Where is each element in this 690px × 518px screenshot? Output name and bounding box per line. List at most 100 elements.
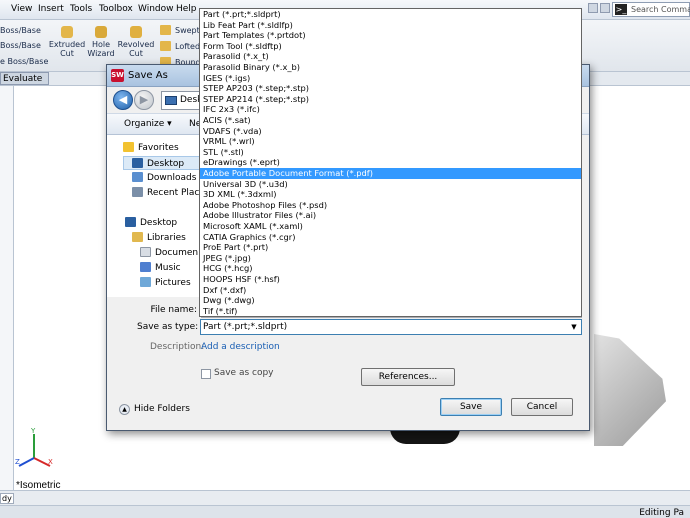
nav-item-desktop-root[interactable]: Desktop [125,217,177,228]
type-option[interactable]: Form Tool (*.sldftp) [200,41,581,52]
type-option[interactable]: Universal 3D (*.u3d) [200,179,581,190]
documents-icon [140,247,151,257]
type-option[interactable]: IFC 2x3 (*.ifc) [200,104,581,115]
type-option[interactable]: JPEG (*.jpg) [200,253,581,264]
triad-x-label: X [48,458,53,466]
save-as-type-label: Save as type: [137,322,199,332]
feature-manager-panel[interactable] [0,86,14,490]
save-as-type-value: Part (*.prt;*.sldprt) [203,322,288,332]
ribbon-boss-base-1[interactable]: Boss/Base [0,26,41,35]
save-as-type-dropdown[interactable]: Part (*.prt;*.sldprt) ▼ [200,319,582,335]
solidworks-app-icon: SW [111,69,124,82]
search-command-input[interactable]: >_ Search Command [612,2,690,17]
downloads-icon [132,172,143,182]
type-option[interactable]: Adobe Photoshop Files (*.psd) [200,200,581,211]
type-option[interactable]: ProE Part (*.prt) [200,242,581,253]
menu-toolbox[interactable]: Toolbox [99,4,133,14]
type-option[interactable]: Part (*.prt;*.sldprt) [200,9,581,20]
extruded-cut-icon [61,26,73,38]
menu-help[interactable]: Help [176,4,197,14]
status-bottom-row: Editing Pa [0,505,690,518]
type-option[interactable]: VDAFS (*.vda) [200,126,581,137]
command-prompt-icon: >_ [615,4,627,15]
type-option[interactable]: Dxf (*.dxf) [200,285,581,296]
type-option[interactable]: IGES (*.igs) [200,73,581,84]
reference-triad: Y X Z [15,427,53,467]
hole-wizard-button[interactable]: Hole Wizard [86,26,116,58]
nav-item-documents[interactable]: Documen [140,247,198,258]
type-option[interactable]: Lib Feat Part (*.sldlfp) [200,20,581,31]
nav-item-label: Desktop [140,218,178,228]
type-option[interactable]: Adobe Portable Document Format (*.pdf) [200,168,581,179]
type-option[interactable]: Tif (*.tif) [200,306,581,317]
recent-places-icon [132,187,143,197]
type-option[interactable]: STEP AP203 (*.step;*.stp) [200,83,581,94]
type-option[interactable]: 3D XML (*.3dxml) [200,189,581,200]
pictures-icon [140,277,151,287]
type-option[interactable]: VRML (*.wrl) [200,136,581,147]
ribbon-boss-base-2[interactable]: Boss/Base [0,41,41,50]
type-option[interactable]: Adobe Illustrator Files (*.ai) [200,210,581,221]
status-text: Editing Pa [639,508,684,518]
file-name-label: File name: [150,305,197,315]
type-option[interactable]: Parasolid Binary (*.x_b) [200,62,581,73]
menu-insert[interactable]: Insert [38,4,64,14]
model-tab[interactable]: dy 1 [0,493,14,504]
hole-wizard-label: Hole Wizard [87,40,115,58]
status-bar: dy 1 Editing Pa [0,490,690,518]
revolved-cut-button[interactable]: Revolved Cut [117,26,155,58]
nav-item-label: Libraries [147,233,186,243]
hide-folders-button[interactable]: Hide Folders [134,404,190,414]
nav-item-label: Recent Places [147,188,202,198]
organize-button[interactable]: Organize ▾ [124,119,172,129]
menu-view[interactable]: View [11,4,32,14]
model-part [594,334,666,446]
nav-item-label: Favorites [138,143,179,153]
hole-wizard-icon [95,26,107,38]
references-button[interactable]: References... [361,368,455,386]
description-label: Description: [150,342,205,352]
type-option[interactable]: STL (*.stl) [200,147,581,158]
nav-item-label: Pictures [155,278,191,288]
save-as-copy-checkbox[interactable] [201,369,211,379]
type-option[interactable]: Part Templates (*.prtdot) [200,30,581,41]
back-button[interactable]: ◀ [113,90,133,110]
chevron-up-icon[interactable]: ▲ [119,404,130,415]
save-as-copy-label[interactable]: Save as copy [214,368,274,378]
type-option[interactable]: eDrawings (*.eprt) [200,157,581,168]
type-option[interactable]: Dwg (*.dwg) [200,295,581,306]
extruded-cut-button[interactable]: Extruded Cut [48,26,86,58]
nav-item-favorites[interactable]: Favorites [123,142,179,153]
nav-item-recent-places[interactable]: Recent Places [132,187,202,198]
type-option[interactable]: CATIA Graphics (*.cgr) [200,232,581,243]
forward-button[interactable]: ▶ [134,90,154,110]
nav-item-pictures[interactable]: Pictures [140,277,191,288]
toolbar-icon[interactable] [588,3,598,13]
tab-evaluate[interactable]: Evaluate [0,72,50,85]
chevron-down-icon[interactable]: ▼ [569,321,579,333]
type-option[interactable]: STEP AP214 (*.step;*.stp) [200,94,581,105]
toolbar-icon[interactable] [600,3,610,13]
type-option[interactable]: Microsoft XAML (*.xaml) [200,221,581,232]
type-option[interactable]: Parasolid (*.x_t) [200,51,581,62]
nav-item-label: Downloads [147,173,197,183]
nav-item-downloads[interactable]: Downloads [132,172,196,183]
ribbon-boss-base-3[interactable]: e Boss/Base [0,57,48,66]
nav-item-label: Desktop [147,159,185,169]
save-as-type-list[interactable]: Part (*.prt;*.sldprt) Lib Feat Part (*.sl… [199,8,582,317]
libraries-icon [132,232,143,242]
cancel-button[interactable]: Cancel [511,398,573,416]
type-option[interactable]: HOOPS HSF (*.hsf) [200,274,581,285]
save-button[interactable]: Save [440,398,502,416]
add-description-link[interactable]: Add a description [201,342,280,352]
extruded-cut-label: Extruded Cut [48,40,86,58]
dialog-title: Save As [128,70,168,81]
menu-window[interactable]: Window [138,4,174,14]
navigation-pane: Favorites Desktop Downloads Recent Place… [107,135,203,297]
type-option[interactable]: HCG (*.hcg) [200,263,581,274]
menu-tools[interactable]: Tools [70,4,92,14]
nav-item-desktop[interactable]: Desktop [123,156,202,170]
nav-item-music[interactable]: Music [140,262,181,273]
nav-item-libraries[interactable]: Libraries [132,232,186,243]
type-option[interactable]: ACIS (*.sat) [200,115,581,126]
